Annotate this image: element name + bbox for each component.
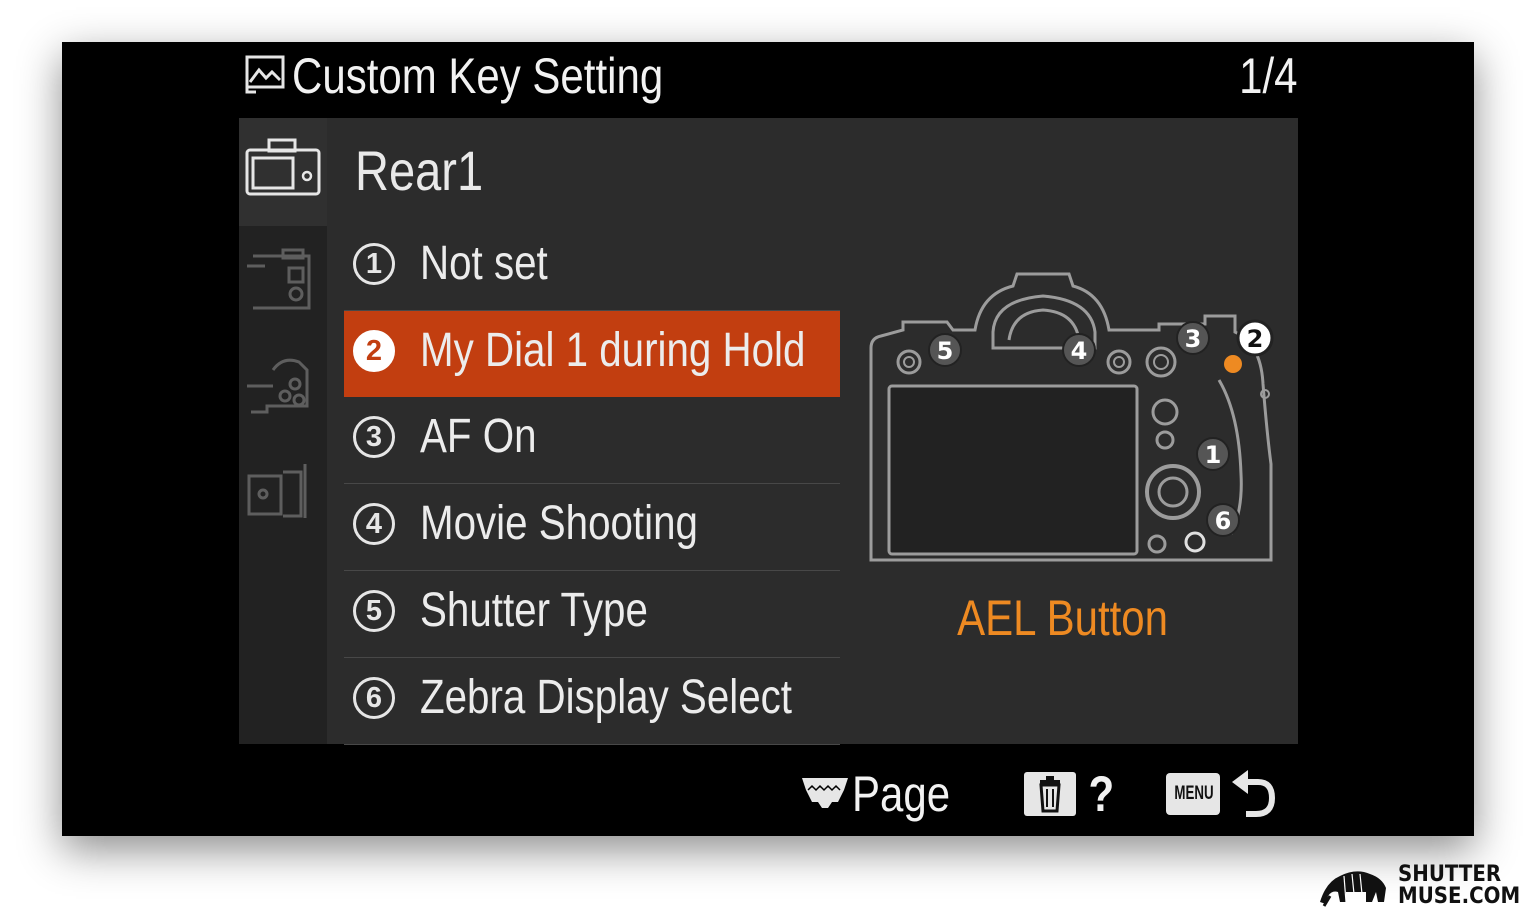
trash-icon <box>1039 776 1061 813</box>
item-number-badge: 5 <box>353 590 395 632</box>
sidebar-tab-front[interactable] <box>239 334 327 442</box>
item-label: My Dial 1 during Hold <box>420 324 806 377</box>
item-label: Not set <box>420 237 548 290</box>
sidebar-tab-rear[interactable] <box>239 118 327 226</box>
camera-rear-icon <box>245 138 321 196</box>
marker-5-icon: 5 <box>928 333 962 367</box>
group-title: Rear1 <box>355 139 484 202</box>
help-hint: ? <box>1088 766 1115 822</box>
svg-text:4: 4 <box>1071 337 1088 365</box>
sidebar <box>239 118 327 744</box>
option-item-movie-shooting[interactable]: 4 Movie Shooting <box>344 484 840 571</box>
item-label: Zebra Display Select <box>420 671 793 724</box>
option-list: 1 Not set 2 My Dial 1 during Hold 3 AF O… <box>344 224 840 745</box>
item-number-badge: 3 <box>353 416 395 458</box>
brand-name-line1: SHUTTER <box>1398 862 1502 887</box>
sidebar-tab-side[interactable] <box>239 442 327 550</box>
marker-4-icon: 4 <box>1062 333 1096 367</box>
shuttermuse-branding: SHUTTER MUSE.COM <box>1316 860 1530 912</box>
menu-key: MENU <box>1166 773 1220 815</box>
item-label: AF On <box>420 410 537 463</box>
marker-3-icon: 3 <box>1176 321 1210 355</box>
back-arrow-icon <box>1232 770 1276 817</box>
option-item-zebra-display-select[interactable]: 6 Zebra Display Select <box>344 658 840 745</box>
camera-back-diagram: 5 4 3 2 1 6 <box>869 272 1274 562</box>
marker-2-icon: 2 <box>1236 319 1274 357</box>
option-item-af-on[interactable]: 3 AF On <box>344 397 840 484</box>
option-item-shutter-type[interactable]: 5 Shutter Type <box>344 571 840 658</box>
item-number-badge: 4 <box>353 503 395 545</box>
camera-front-icon <box>247 358 309 414</box>
brand-name-line2: MUSE.COM <box>1398 884 1521 909</box>
item-label: Shutter Type <box>420 584 648 637</box>
menu-title: Custom Key Setting <box>292 48 664 104</box>
option-item-my-dial-1-during-hold[interactable]: 2 My Dial 1 during Hold <box>344 311 840 397</box>
svg-text:2: 2 <box>1247 325 1264 353</box>
button-name-text: AEL Button <box>957 590 1169 646</box>
camera-top-icon <box>247 248 311 310</box>
camera-menu-screen: Custom Key Setting 1/4 Rear1 1 Not set 2… <box>62 42 1474 836</box>
page-hint-label: Page <box>852 766 951 822</box>
sidebar-tab-top[interactable] <box>239 226 327 334</box>
dial-page-icon <box>802 778 848 808</box>
settings-panel: Rear1 1 Not set 2 My Dial 1 during Hold … <box>327 118 1298 745</box>
item-number-badge: 2 <box>353 330 395 372</box>
button-name-label: AEL Button <box>863 588 1263 648</box>
photo-mode-icon <box>245 55 285 94</box>
page-indicator: 1/4 <box>1239 48 1298 104</box>
item-label: Movie Shooting <box>420 497 698 550</box>
marker-1-icon: 1 <box>1196 437 1230 471</box>
svg-text:3: 3 <box>1185 325 1202 353</box>
menu-key-label: MENU <box>1174 783 1214 804</box>
svg-text:5: 5 <box>937 337 954 365</box>
camera-side-icon <box>247 464 307 518</box>
trash-key <box>1024 772 1076 816</box>
svg-text:1: 1 <box>1205 441 1222 469</box>
marker-6-icon: 6 <box>1206 503 1240 537</box>
svg-text:6: 6 <box>1215 507 1232 535</box>
item-number-badge: 6 <box>353 677 395 719</box>
option-item-not-set[interactable]: 1 Not set <box>344 224 840 311</box>
item-number-badge: 1 <box>353 243 395 285</box>
elephant-logo-icon <box>1320 871 1386 907</box>
